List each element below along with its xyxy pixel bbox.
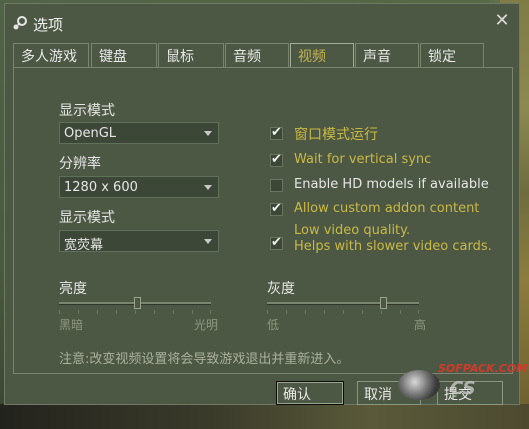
low-quality-label-line1: Low video quality. — [294, 223, 411, 238]
restart-notice: 注意:改变视频设置将会导致游戏退出并重新进入。 — [59, 352, 350, 367]
windowed-mode-label: 窗口模式运行 — [294, 127, 378, 143]
hd-models-checkbox[interactable] — [270, 179, 283, 192]
custom-addon-checkbox[interactable]: ✔ — [270, 201, 283, 216]
slider-tick — [418, 310, 419, 314]
resolution-label: 分辨率 — [59, 156, 101, 172]
chevron-down-icon — [204, 131, 212, 136]
brightness-label: 亮度 — [59, 281, 87, 297]
vsync-checkbox[interactable]: ✔ — [270, 152, 283, 167]
slider-tick — [116, 310, 117, 314]
low-quality-checkbox[interactable]: ✔ — [270, 235, 283, 250]
hd-models-label: Enable HD models if available — [294, 177, 489, 192]
slider-tick — [381, 310, 382, 314]
resolution-dropdown[interactable]: 1280 x 600 — [59, 176, 219, 198]
vsync-label: Wait for vertical sync — [294, 152, 432, 167]
slider-tick — [324, 310, 325, 314]
slider-tick — [400, 310, 401, 314]
window-title: 选项 — [33, 16, 64, 34]
gamma-min-label: 低 — [267, 318, 280, 332]
brightness-min-label: 黑暗 — [59, 318, 84, 332]
checkmark-icon: ✔ — [271, 152, 282, 167]
gamma-max-label: 高 — [414, 318, 427, 332]
low-quality-label-line2: Helps with slower video cards. — [294, 239, 492, 254]
chevron-down-icon — [204, 239, 212, 244]
slider-track — [267, 302, 419, 305]
checkmark-icon: ✔ — [271, 201, 282, 216]
slider-tick — [154, 310, 155, 314]
aspect-value: 宽荧幕 — [64, 238, 104, 253]
tab-video[interactable]: 视频 — [290, 43, 354, 69]
gamma-label: 灰度 — [267, 281, 295, 297]
slider-tick — [59, 310, 60, 314]
close-icon[interactable]: ✕ — [493, 12, 511, 30]
slider-tick — [210, 310, 211, 314]
slider-thumb[interactable] — [134, 297, 141, 309]
checkmark-icon: ✔ — [271, 125, 282, 140]
tab-audio[interactable]: 音频 — [225, 43, 289, 67]
chevron-down-icon — [204, 185, 212, 190]
display-mode-label: 显示模式 — [59, 103, 115, 119]
slider-tick — [97, 310, 98, 314]
watermark-logo-text: CS — [450, 378, 476, 399]
renderer-dropdown[interactable]: OpenGL — [59, 122, 219, 144]
renderer-value: OpenGL — [64, 126, 117, 141]
brightness-max-label: 光明 — [194, 318, 219, 332]
resolution-value: 1280 x 600 — [64, 180, 138, 195]
tab-mouse[interactable]: 鼠标 — [158, 43, 224, 67]
steam-logo-icon — [11, 14, 29, 32]
tab-voice[interactable]: 声音 — [355, 43, 419, 67]
watermark-badge — [398, 370, 440, 400]
video-settings-panel: 显示模式 OpenGL 分辨率 1280 x 600 显示模式 宽荧幕 ✔ 窗口… — [13, 67, 513, 374]
slider-tick — [267, 310, 268, 314]
watermark: SOFPACK.COM CS — [398, 360, 528, 404]
game-background-bottom-strip — [0, 404, 529, 429]
slider-tick — [135, 310, 136, 314]
ok-button[interactable]: 确认 — [276, 381, 344, 405]
slider-tick — [305, 310, 306, 314]
checkmark-icon: ✔ — [271, 235, 282, 250]
display-mode-label-2: 显示模式 — [59, 210, 115, 226]
slider-tick — [286, 310, 287, 314]
slider-tick — [192, 310, 193, 314]
watermark-text: SOFPACK.COM — [438, 362, 528, 375]
tab-lock[interactable]: 锁定 — [420, 43, 484, 67]
tab-keyboard[interactable]: 键盘 — [91, 43, 157, 67]
custom-addon-label: Allow custom addon content — [294, 201, 480, 216]
aspect-dropdown[interactable]: 宽荧幕 — [59, 230, 219, 253]
options-dialog: 选项 ✕ 多人游戏 键盘 鼠标 音频 视频 声音 锁定 显示模式 OpenGL … — [4, 3, 520, 405]
windowed-mode-checkbox[interactable]: ✔ — [270, 125, 283, 140]
slider-tick — [78, 310, 79, 314]
slider-tick — [343, 310, 344, 314]
title-bar[interactable]: 选项 ✕ — [5, 4, 519, 40]
gamma-slider[interactable] — [267, 296, 419, 320]
slider-thumb[interactable] — [380, 297, 387, 309]
slider-tick — [173, 310, 174, 314]
tab-multiplayer[interactable]: 多人游戏 — [13, 43, 89, 67]
slider-tick — [362, 310, 363, 314]
